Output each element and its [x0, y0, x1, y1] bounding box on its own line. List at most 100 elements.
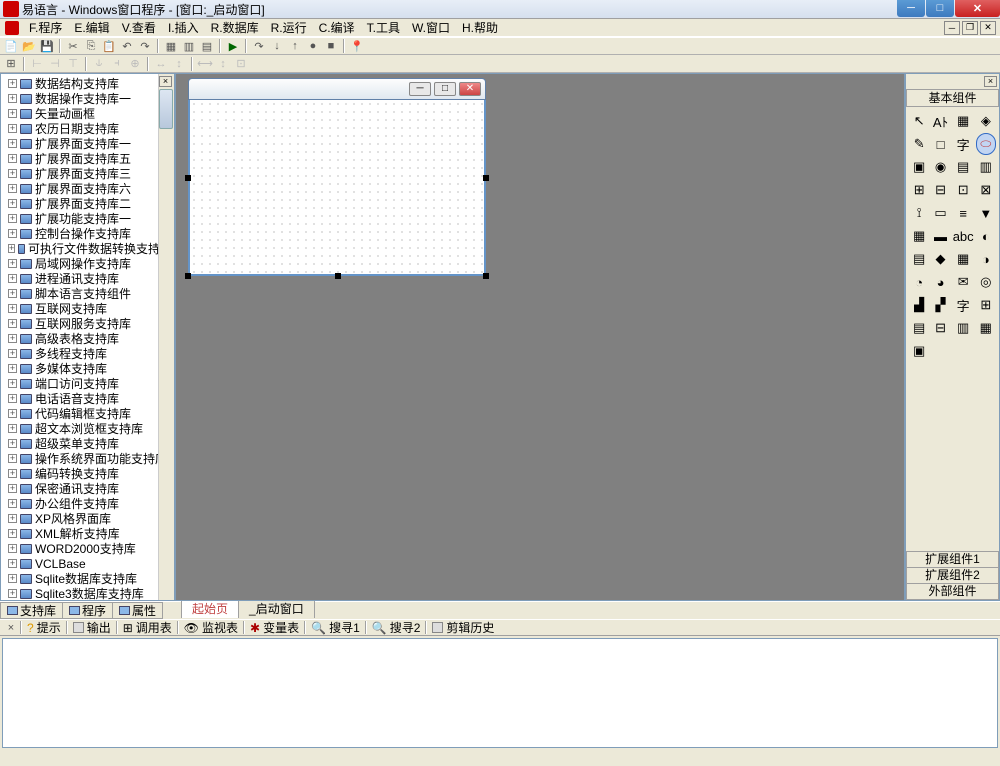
- output-tab-search1[interactable]: 🔍搜寻1: [307, 619, 364, 636]
- palette-component[interactable]: ✉: [952, 271, 975, 293]
- expand-icon[interactable]: +: [8, 469, 17, 478]
- design-form-minimize-button[interactable]: ─: [409, 82, 431, 96]
- library-tree[interactable]: +数据结构支持库+数据操作支持库一+矢量动画框+农历日期支持库+扩展界面支持库一…: [1, 74, 174, 600]
- expand-icon[interactable]: +: [8, 109, 17, 118]
- palette-component[interactable]: ▣: [909, 156, 929, 178]
- tree-item[interactable]: +高级表格支持库: [3, 331, 172, 346]
- palette-component[interactable]: ◔: [909, 271, 929, 293]
- palette-component[interactable]: ⊟: [930, 179, 950, 201]
- menu-edit[interactable]: E.编辑: [68, 18, 115, 37]
- palette-component[interactable]: ▼: [976, 202, 996, 224]
- palette-component[interactable]: ▥: [952, 317, 975, 339]
- menu-help[interactable]: H.帮助: [456, 18, 504, 37]
- palette-tab-ext1[interactable]: 扩展组件1: [906, 551, 999, 568]
- palette-component[interactable]: ⊞: [976, 294, 996, 316]
- expand-icon[interactable]: +: [8, 544, 17, 553]
- close-button[interactable]: ✕: [955, 0, 1000, 17]
- tree-item[interactable]: +超级菜单支持库: [3, 436, 172, 451]
- palette-component[interactable]: ⊠: [976, 179, 996, 201]
- resize-handle[interactable]: [185, 175, 191, 181]
- save-icon[interactable]: 💾: [39, 38, 55, 54]
- panel-close-button[interactable]: ×: [159, 76, 172, 87]
- palette-tab-ext2[interactable]: 扩展组件2: [906, 567, 999, 584]
- palette-component[interactable]: ⟟: [909, 202, 929, 224]
- mdi-close-button[interactable]: ✕: [980, 21, 996, 35]
- menu-window[interactable]: W.窗口: [406, 18, 456, 37]
- tree-item[interactable]: +矢量动画框: [3, 106, 172, 121]
- expand-icon[interactable]: +: [8, 94, 17, 103]
- output-tab-search2[interactable]: 🔍搜寻2: [368, 619, 425, 636]
- align-v-icon[interactable]: ⫞: [109, 56, 125, 72]
- cut-icon[interactable]: ✂: [65, 38, 81, 54]
- step-out-icon[interactable]: ↑: [287, 38, 303, 54]
- tree-item[interactable]: +数据结构支持库: [3, 76, 172, 91]
- palette-component[interactable]: ▦: [909, 225, 929, 247]
- tree-item[interactable]: +办公组件支持库: [3, 496, 172, 511]
- tree-item[interactable]: +Sqlite3数据库支持库: [3, 586, 172, 600]
- palette-component[interactable]: ⊟: [930, 317, 950, 339]
- palette-component[interactable]: ⬭: [976, 133, 996, 155]
- output-pane[interactable]: [2, 638, 998, 748]
- palette-component[interactable]: ◆: [930, 248, 950, 270]
- tree-item[interactable]: +WORD2000支持库: [3, 541, 172, 556]
- tree-item[interactable]: +扩展功能支持库一: [3, 211, 172, 226]
- menu-program[interactable]: F.程序: [23, 18, 68, 37]
- palette-component[interactable]: ▦: [952, 110, 975, 132]
- undo-icon[interactable]: ↶: [119, 38, 135, 54]
- align-right-icon[interactable]: ⊣: [47, 56, 63, 72]
- expand-icon[interactable]: +: [8, 214, 17, 223]
- palette-component[interactable]: ◐: [976, 225, 996, 247]
- same-s-icon[interactable]: ⊡: [233, 56, 249, 72]
- palette-component[interactable]: ▞: [930, 294, 950, 316]
- tree-item[interactable]: +保密通讯支持库: [3, 481, 172, 496]
- tab-program[interactable]: 程序: [62, 602, 113, 619]
- tree-item[interactable]: +扩展界面支持库五: [3, 151, 172, 166]
- design-form-window[interactable]: ─ □ ✕: [188, 78, 486, 276]
- output-panel-close-button[interactable]: ×: [3, 620, 19, 636]
- align-c-icon[interactable]: ⊕: [127, 56, 143, 72]
- expand-icon[interactable]: +: [8, 394, 17, 403]
- menu-tools[interactable]: T.工具: [361, 18, 406, 37]
- expand-icon[interactable]: +: [8, 169, 17, 178]
- align-top-icon[interactable]: ⊤: [65, 56, 81, 72]
- palette-component[interactable]: ▟: [909, 294, 929, 316]
- expand-icon[interactable]: +: [8, 559, 17, 568]
- tree-item[interactable]: +控制台操作支持库: [3, 226, 172, 241]
- expand-icon[interactable]: +: [8, 184, 17, 193]
- tab-start-page[interactable]: 起始页: [181, 598, 239, 618]
- expand-icon[interactable]: +: [8, 244, 15, 253]
- menu-view[interactable]: V.查看: [116, 18, 162, 37]
- menu-database[interactable]: R.数据库: [205, 18, 265, 37]
- tab-library[interactable]: 支持库: [0, 602, 63, 619]
- expand-icon[interactable]: +: [8, 199, 17, 208]
- tree-item[interactable]: +Sqlite数据库支持库: [3, 571, 172, 586]
- design-form-body[interactable]: [188, 100, 486, 276]
- step-into-icon[interactable]: ↓: [269, 38, 285, 54]
- expand-icon[interactable]: +: [8, 334, 17, 343]
- tab-startup-window[interactable]: _启动窗口: [238, 598, 315, 618]
- tree-item[interactable]: +多线程支持库: [3, 346, 172, 361]
- mdi-restore-button[interactable]: ❐: [962, 21, 978, 35]
- tree-item[interactable]: +农历日期支持库: [3, 121, 172, 136]
- mdi-minimize-button[interactable]: ─: [944, 21, 960, 35]
- tree-item[interactable]: +扩展界面支持库六: [3, 181, 172, 196]
- palette-close-button[interactable]: ×: [984, 76, 997, 87]
- scrollbar-thumb[interactable]: [159, 89, 173, 129]
- expand-icon[interactable]: +: [8, 424, 17, 433]
- expand-icon[interactable]: +: [8, 349, 17, 358]
- design-form-titlebar[interactable]: ─ □ ✕: [188, 78, 486, 100]
- menu-compile[interactable]: C.编译: [313, 18, 361, 37]
- layout3-icon[interactable]: ▤: [199, 38, 215, 54]
- copy-icon[interactable]: ⎘: [83, 38, 99, 54]
- expand-icon[interactable]: +: [8, 529, 17, 538]
- palette-component[interactable]: ▬: [930, 225, 950, 247]
- tree-item[interactable]: +扩展界面支持库二: [3, 196, 172, 211]
- menu-run[interactable]: R.运行: [265, 18, 313, 37]
- location-icon[interactable]: 📍: [349, 38, 365, 54]
- tree-item[interactable]: +代码编辑框支持库: [3, 406, 172, 421]
- design-form-close-button[interactable]: ✕: [459, 82, 481, 96]
- output-tab-vars[interactable]: ✱变量表: [246, 619, 303, 636]
- paste-icon[interactable]: 📋: [101, 38, 117, 54]
- maximize-button[interactable]: □: [926, 0, 954, 17]
- tree-item[interactable]: +可执行文件数据转换支持库: [3, 241, 172, 256]
